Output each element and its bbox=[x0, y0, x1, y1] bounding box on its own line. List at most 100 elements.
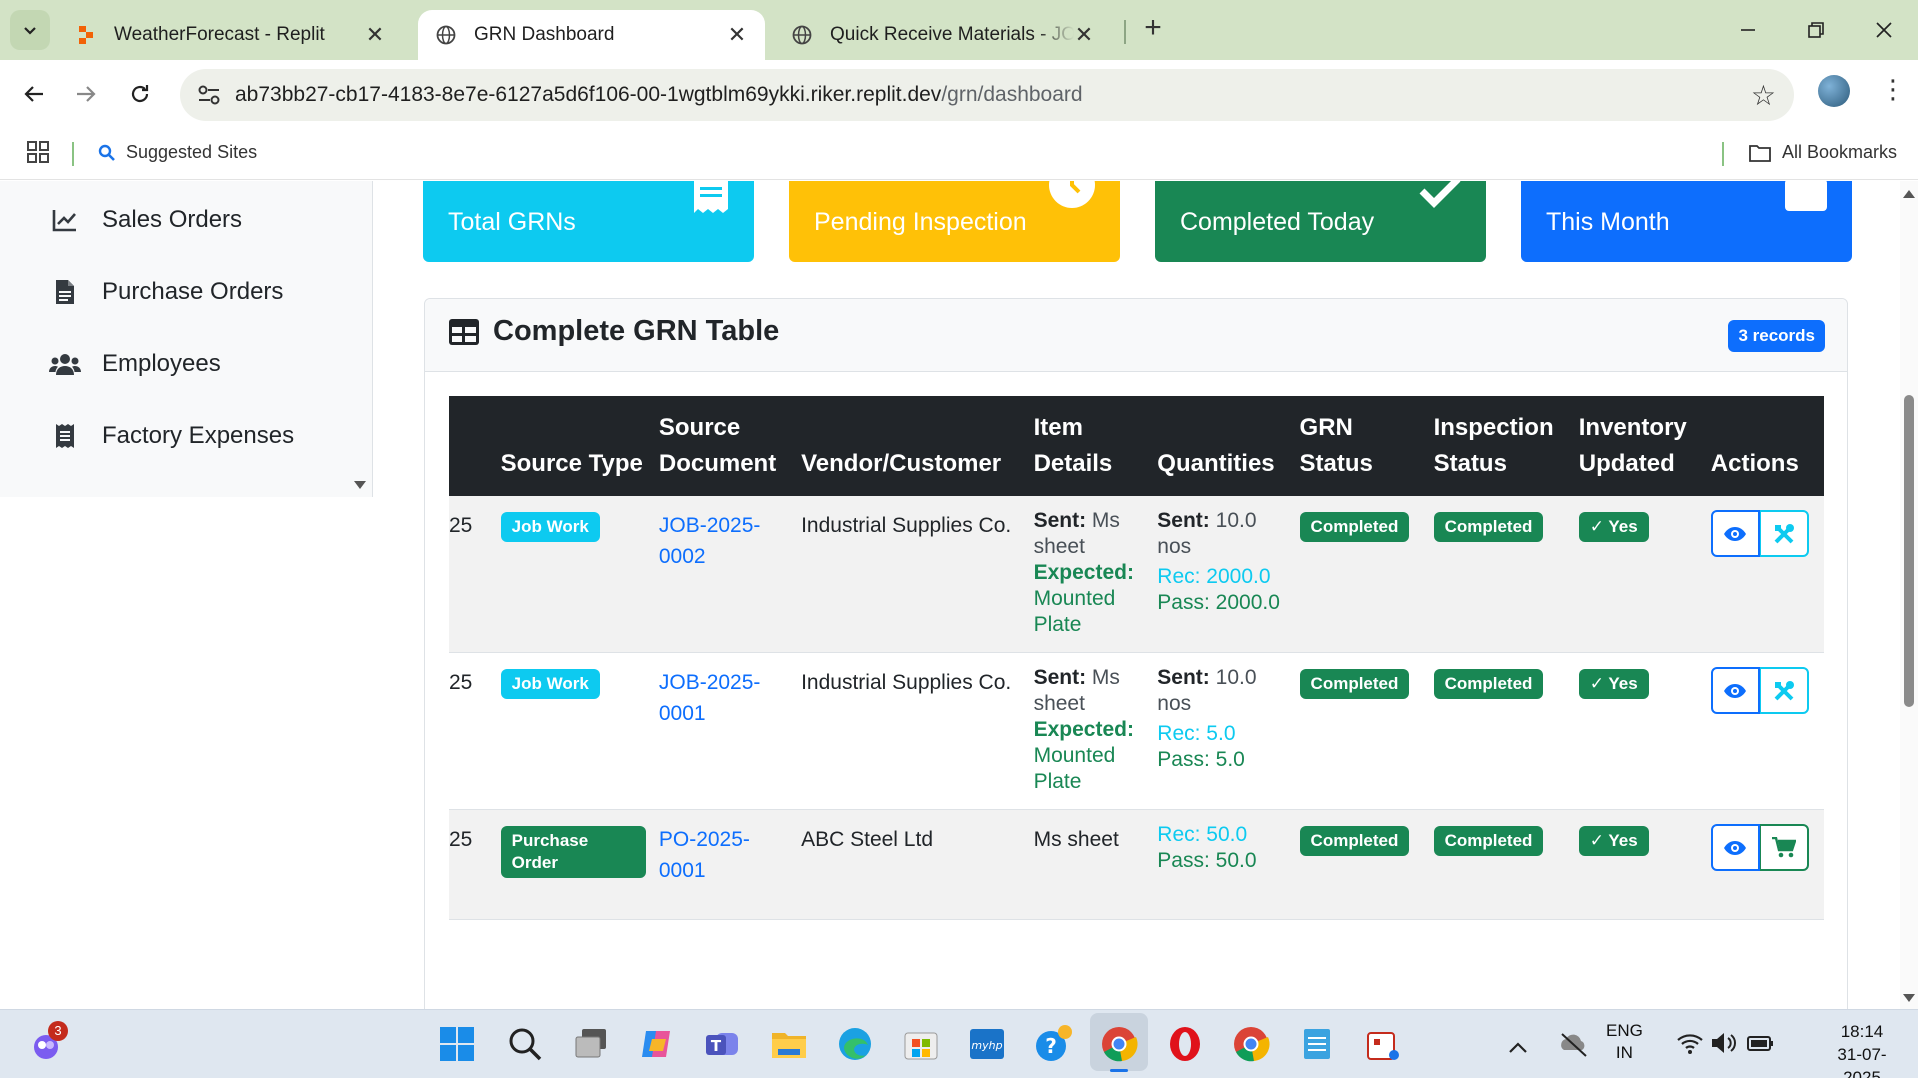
stat-card-label: Total GRNs bbox=[448, 208, 576, 236]
column-header-vendor: Vendor/Customer bbox=[793, 396, 1026, 496]
onedrive-offline-icon[interactable] bbox=[1558, 1028, 1596, 1066]
new-tab-button[interactable]: + bbox=[1138, 13, 1168, 44]
view-button[interactable] bbox=[1710, 510, 1760, 557]
svg-text:T: T bbox=[711, 1037, 722, 1055]
tab-grn-dashboard[interactable]: GRN Dashboard ✕ bbox=[418, 10, 765, 60]
opera-icon[interactable] bbox=[1166, 1025, 1204, 1063]
back-button[interactable] bbox=[16, 76, 52, 112]
edge-icon[interactable] bbox=[836, 1025, 874, 1063]
add-to-inventory-button[interactable] bbox=[1759, 824, 1809, 871]
inspect-tools-button[interactable] bbox=[1759, 667, 1809, 714]
bookmarks-separator bbox=[1722, 142, 1724, 166]
eye-icon bbox=[1724, 840, 1747, 855]
action-button-group bbox=[1710, 667, 1809, 714]
source-type-badge: Purchase Order bbox=[500, 826, 646, 878]
calendar-icon bbox=[1785, 181, 1827, 211]
teams-chat-icon[interactable]: 3 bbox=[28, 1021, 68, 1063]
page-scrollbar[interactable] bbox=[1900, 181, 1918, 1009]
windows-start-icon[interactable] bbox=[438, 1025, 476, 1063]
document-icon bbox=[48, 278, 82, 306]
column-header-source-document: Source Document bbox=[650, 396, 794, 496]
actions-cell bbox=[1702, 496, 1824, 653]
inspect-tools-button[interactable] bbox=[1759, 510, 1809, 557]
myhp-icon[interactable]: myhp bbox=[968, 1025, 1006, 1063]
sidebar-item-factory-expenses[interactable]: Factory Expenses bbox=[48, 422, 294, 450]
notepad-icon[interactable] bbox=[1298, 1025, 1336, 1063]
scroll-down-arrow-icon[interactable] bbox=[352, 479, 368, 491]
show-hidden-icons-chevron[interactable] bbox=[1508, 1034, 1528, 1060]
bookmark-suggested-sites[interactable]: Suggested Sites bbox=[98, 142, 257, 163]
stat-card-this-month: This Month bbox=[1521, 181, 1852, 262]
scrollbar-thumb[interactable] bbox=[1904, 395, 1914, 707]
close-window-button[interactable] bbox=[1864, 14, 1904, 46]
scroll-down-arrow-icon[interactable] bbox=[1902, 993, 1916, 1003]
source-document-link[interactable]: JOB-2025-0001 bbox=[659, 671, 761, 725]
column-header-item-details: Item Details bbox=[1025, 396, 1150, 496]
source-document-link[interactable]: JOB-2025-0002 bbox=[659, 514, 761, 568]
restore-button[interactable] bbox=[1796, 14, 1836, 46]
close-icon[interactable]: ✕ bbox=[1074, 22, 1094, 47]
volume-icon[interactable] bbox=[1710, 1030, 1748, 1068]
minimize-button[interactable] bbox=[1728, 14, 1768, 46]
source-document-link[interactable]: PO-2025-0001 bbox=[659, 828, 750, 882]
grn-table: Source Type Source Document Vendor/Custom… bbox=[449, 396, 1824, 920]
source-document-cell: JOB-2025-0002 bbox=[650, 496, 794, 653]
sidebar-item-label: Sales Orders bbox=[102, 206, 243, 233]
status-badge: Completed bbox=[1433, 826, 1544, 856]
microsoft-store-icon[interactable] bbox=[902, 1025, 940, 1063]
tab-search-button[interactable] bbox=[10, 10, 50, 50]
page-title: Complete GRN Table bbox=[449, 315, 779, 348]
view-button[interactable] bbox=[1710, 667, 1760, 714]
table-row: 25 Purchase Order PO-2025-0001 ABC Steel… bbox=[449, 809, 1824, 920]
tools-icon bbox=[1774, 680, 1794, 700]
check-icon: ✓ bbox=[1589, 674, 1609, 693]
site-settings-icon[interactable] bbox=[196, 83, 222, 107]
scroll-up-arrow-icon[interactable] bbox=[1902, 189, 1916, 199]
sidebar-item-employees[interactable]: Employees bbox=[48, 350, 221, 378]
sidebar-item-purchase-orders[interactable]: Purchase Orders bbox=[48, 278, 283, 306]
close-icon[interactable]: ✕ bbox=[365, 22, 385, 47]
search-icon[interactable] bbox=[506, 1025, 544, 1063]
reload-button[interactable] bbox=[122, 76, 158, 112]
check-icon bbox=[1419, 181, 1461, 208]
input-language-indicator[interactable]: ENG IN bbox=[1606, 1020, 1643, 1064]
all-bookmarks-button[interactable]: All Bookmarks bbox=[1748, 142, 1897, 163]
view-button[interactable] bbox=[1710, 824, 1760, 871]
battery-icon[interactable] bbox=[1746, 1030, 1784, 1068]
system-clock[interactable]: 18:14 31-07-2025 bbox=[1820, 1020, 1904, 1078]
help-icon[interactable]: ? bbox=[1034, 1025, 1072, 1063]
source-type-cell: Purchase Order bbox=[492, 809, 651, 920]
close-icon[interactable]: ✕ bbox=[727, 22, 747, 47]
bookmark-star-icon[interactable]: ☆ bbox=[1751, 79, 1776, 112]
receipt-icon bbox=[48, 422, 82, 450]
browser-menu-icon[interactable]: ⋮ bbox=[1880, 74, 1906, 105]
copilot-icon[interactable] bbox=[638, 1025, 676, 1063]
teams-icon[interactable]: T bbox=[704, 1025, 742, 1063]
sidebar-item-sales-orders[interactable]: Sales Orders bbox=[48, 206, 242, 234]
chrome-icon[interactable] bbox=[1090, 1013, 1148, 1072]
bookmarks-separator bbox=[72, 142, 74, 166]
records-count-badge: 3 records bbox=[1728, 320, 1825, 352]
date-cell: 25 bbox=[449, 652, 493, 810]
snipping-tool-icon[interactable] bbox=[1364, 1025, 1402, 1063]
file-explorer-icon[interactable] bbox=[770, 1025, 808, 1063]
apps-grid-icon[interactable] bbox=[26, 140, 50, 164]
profile-avatar[interactable] bbox=[1818, 75, 1850, 107]
task-view-icon[interactable] bbox=[572, 1025, 610, 1063]
tab-weatherforecast[interactable]: WeatherForecast - Replit ✕ bbox=[58, 10, 403, 60]
address-bar[interactable]: ab73bb27-cb17-4183-8e7e-6127a5d6f106-00-… bbox=[180, 69, 1794, 121]
sidebar-scrollbar[interactable] bbox=[348, 181, 372, 497]
bookmark-label: All Bookmarks bbox=[1782, 142, 1898, 162]
forward-button[interactable] bbox=[68, 76, 104, 112]
column-header-inventory-updated: Inventory Updated bbox=[1570, 396, 1703, 496]
tab-quick-receive[interactable]: Quick Receive Materials - JOB-2 ✕ bbox=[774, 10, 1112, 60]
stat-card-total-grns: Total GRNs bbox=[423, 181, 754, 262]
source-type-cell: Job Work bbox=[492, 652, 651, 810]
restore-icon bbox=[1808, 22, 1824, 38]
wifi-icon[interactable] bbox=[1676, 1030, 1714, 1068]
check-icon: ✓ bbox=[1589, 831, 1609, 850]
chrome-profile-icon[interactable] bbox=[1232, 1025, 1270, 1063]
vendor-cell: Industrial Supplies Co. bbox=[793, 652, 1026, 810]
eye-icon bbox=[1724, 683, 1747, 698]
column-header-source-type: Source Type bbox=[492, 396, 651, 496]
